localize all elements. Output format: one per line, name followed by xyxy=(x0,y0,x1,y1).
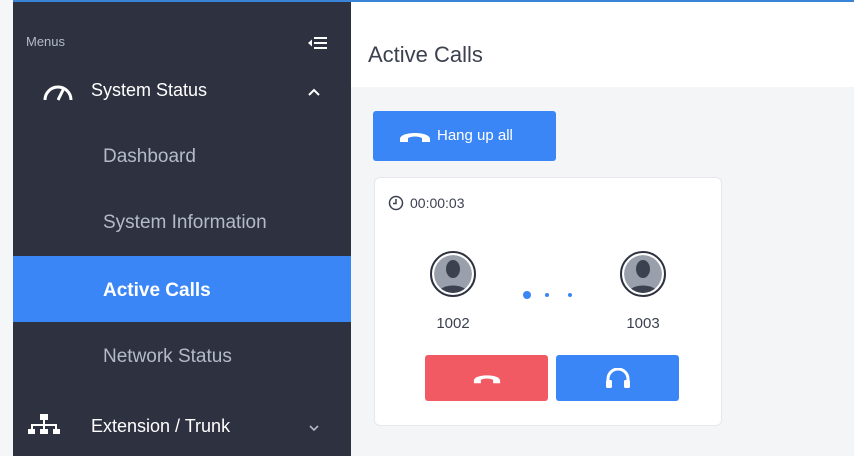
active-call-card: 00:00:03 1002 1003 xyxy=(374,177,722,426)
sidebar-item-label: System Information xyxy=(103,212,267,233)
page-header: Active Calls xyxy=(351,2,854,87)
call-duration: 00:00:03 xyxy=(410,195,465,211)
hang-up-all-button[interactable]: Hang up all xyxy=(373,111,556,161)
sidebar-item-label: Extension / Trunk xyxy=(91,416,231,436)
gauge-icon xyxy=(43,85,73,101)
phone-hangup-icon xyxy=(473,375,500,384)
menus-label: Menus xyxy=(26,34,66,49)
chevron-up-icon xyxy=(308,88,320,96)
caller-avatar-icon xyxy=(430,251,476,297)
caller-extension: 1002 xyxy=(436,315,470,332)
chevron-down-icon xyxy=(309,425,319,432)
clock-icon xyxy=(388,195,404,211)
phone-hangup-icon xyxy=(400,133,430,142)
sidebar-item-network-status[interactable]: Network Status xyxy=(13,322,351,388)
hang-up-all-label: Hang up all xyxy=(437,127,513,144)
hang-up-call-button[interactable] xyxy=(425,355,548,401)
window-left-margin xyxy=(0,0,13,456)
sidebar-item-active-calls[interactable]: Active Calls xyxy=(13,256,351,322)
sidebar-item-label: Dashboard xyxy=(103,146,196,167)
headset-icon xyxy=(605,368,630,388)
call-connecting-dots xyxy=(523,291,572,299)
callee-avatar-icon xyxy=(620,251,666,297)
sidebar-item-dashboard[interactable]: Dashboard xyxy=(13,124,351,190)
sidebar-item-system-information[interactable]: System Information xyxy=(13,190,351,256)
sidebar-item-label: Active Calls xyxy=(103,280,211,301)
sidebar-item-label: System Status xyxy=(91,80,208,100)
main-content: Active Calls Hang up all 00:00:03 1002 1… xyxy=(351,2,854,456)
listen-call-button[interactable] xyxy=(556,355,679,401)
extension-trunk-icon xyxy=(28,414,60,434)
sidebar-item-label: Network Status xyxy=(103,346,232,367)
sidebar-item-extension-trunk[interactable]: Extension / Trunk xyxy=(13,390,351,456)
sidebar-item-system-status[interactable]: System Status xyxy=(13,58,351,124)
sidebar: Menus System Status Dashboard System Inf… xyxy=(13,2,351,456)
page-title: Active Calls xyxy=(368,42,483,67)
callee-extension: 1003 xyxy=(626,315,660,332)
menu-collapse-icon[interactable] xyxy=(306,34,330,52)
